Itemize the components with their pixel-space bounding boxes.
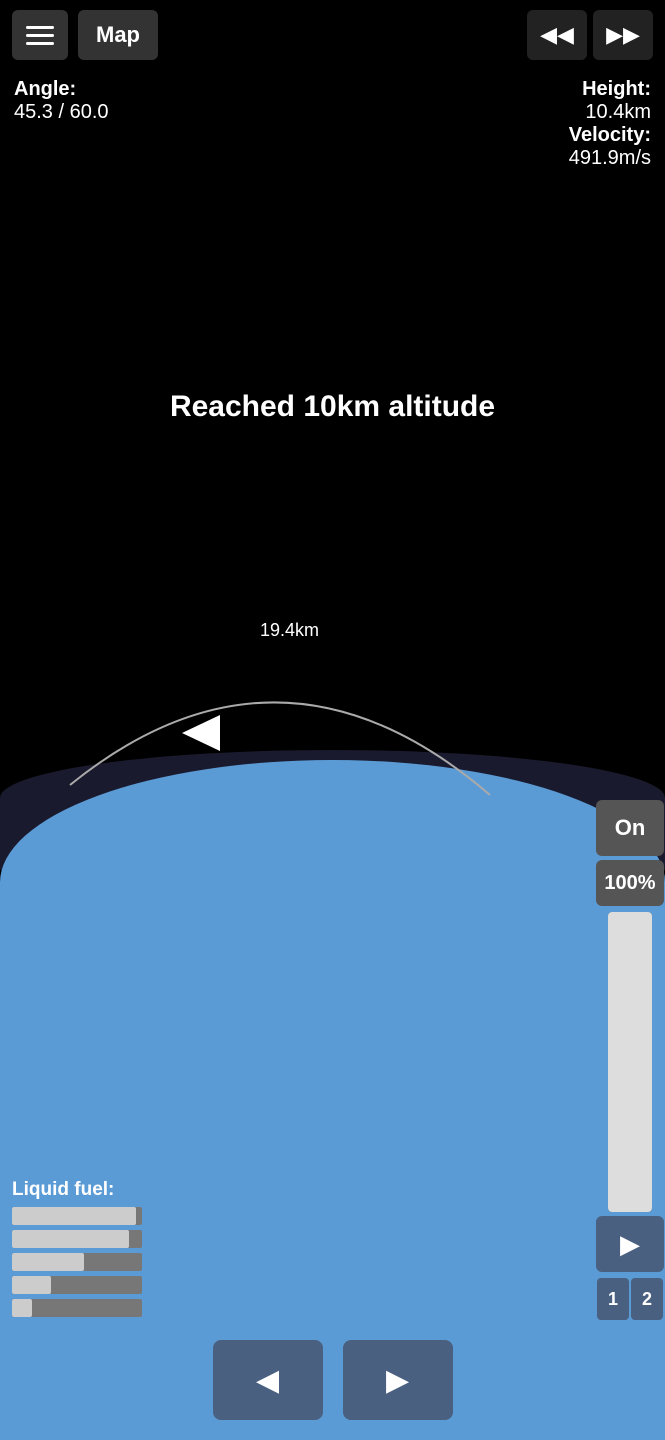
map-button[interactable]: Map (78, 10, 158, 60)
stats-left: Angle: 45.3 / 60.0 (14, 78, 109, 124)
num1-button[interactable]: 1 (597, 1278, 629, 1320)
fuel-label: Liquid fuel: (12, 1179, 142, 1201)
num2-button[interactable]: 2 (631, 1278, 663, 1320)
right-controls: On 100% ▶ 1 2 (595, 800, 665, 1320)
on-button[interactable]: On (596, 800, 664, 856)
fuel-bar-1 (12, 1207, 142, 1225)
toolbar: Map ◀◀ ▶▶ (0, 0, 665, 70)
throttle-track[interactable] (608, 912, 652, 1212)
menu-button[interactable] (12, 10, 68, 60)
fuel-panel: Liquid fuel: (12, 1179, 142, 1322)
height-value: 10.4km (569, 101, 651, 124)
angle-value: 45.3 / 60.0 (14, 101, 109, 124)
stats-right: Height: 10.4km Velocity: 491.9m/s (569, 78, 651, 170)
play-button-right[interactable]: ▶ (596, 1216, 664, 1272)
throttle-fill (608, 912, 652, 1212)
achievement-text: Reached 10km altitude (0, 390, 665, 424)
fuel-bar-4 (12, 1276, 142, 1294)
distance-label: 19.4km (260, 620, 319, 641)
rocket-icon (182, 715, 220, 751)
height-label: Height: (569, 78, 651, 101)
bottom-play-button[interactable]: ▶ (343, 1340, 453, 1420)
fuel-bar-5 (12, 1299, 142, 1317)
fuel-bar-2 (12, 1230, 142, 1248)
fastforward-button[interactable]: ▶▶ (593, 10, 653, 60)
velocity-value: 491.9m/s (569, 147, 651, 170)
throttle-percent: 100% (596, 860, 664, 906)
fuel-bar-3 (12, 1253, 142, 1271)
bottom-controls: ◀ ▶ (0, 1340, 665, 1420)
rewind-button[interactable]: ◀◀ (527, 10, 587, 60)
angle-label: Angle: (14, 78, 109, 101)
bottom-rewind-button[interactable]: ◀ (213, 1340, 323, 1420)
velocity-label: Velocity: (569, 124, 651, 147)
